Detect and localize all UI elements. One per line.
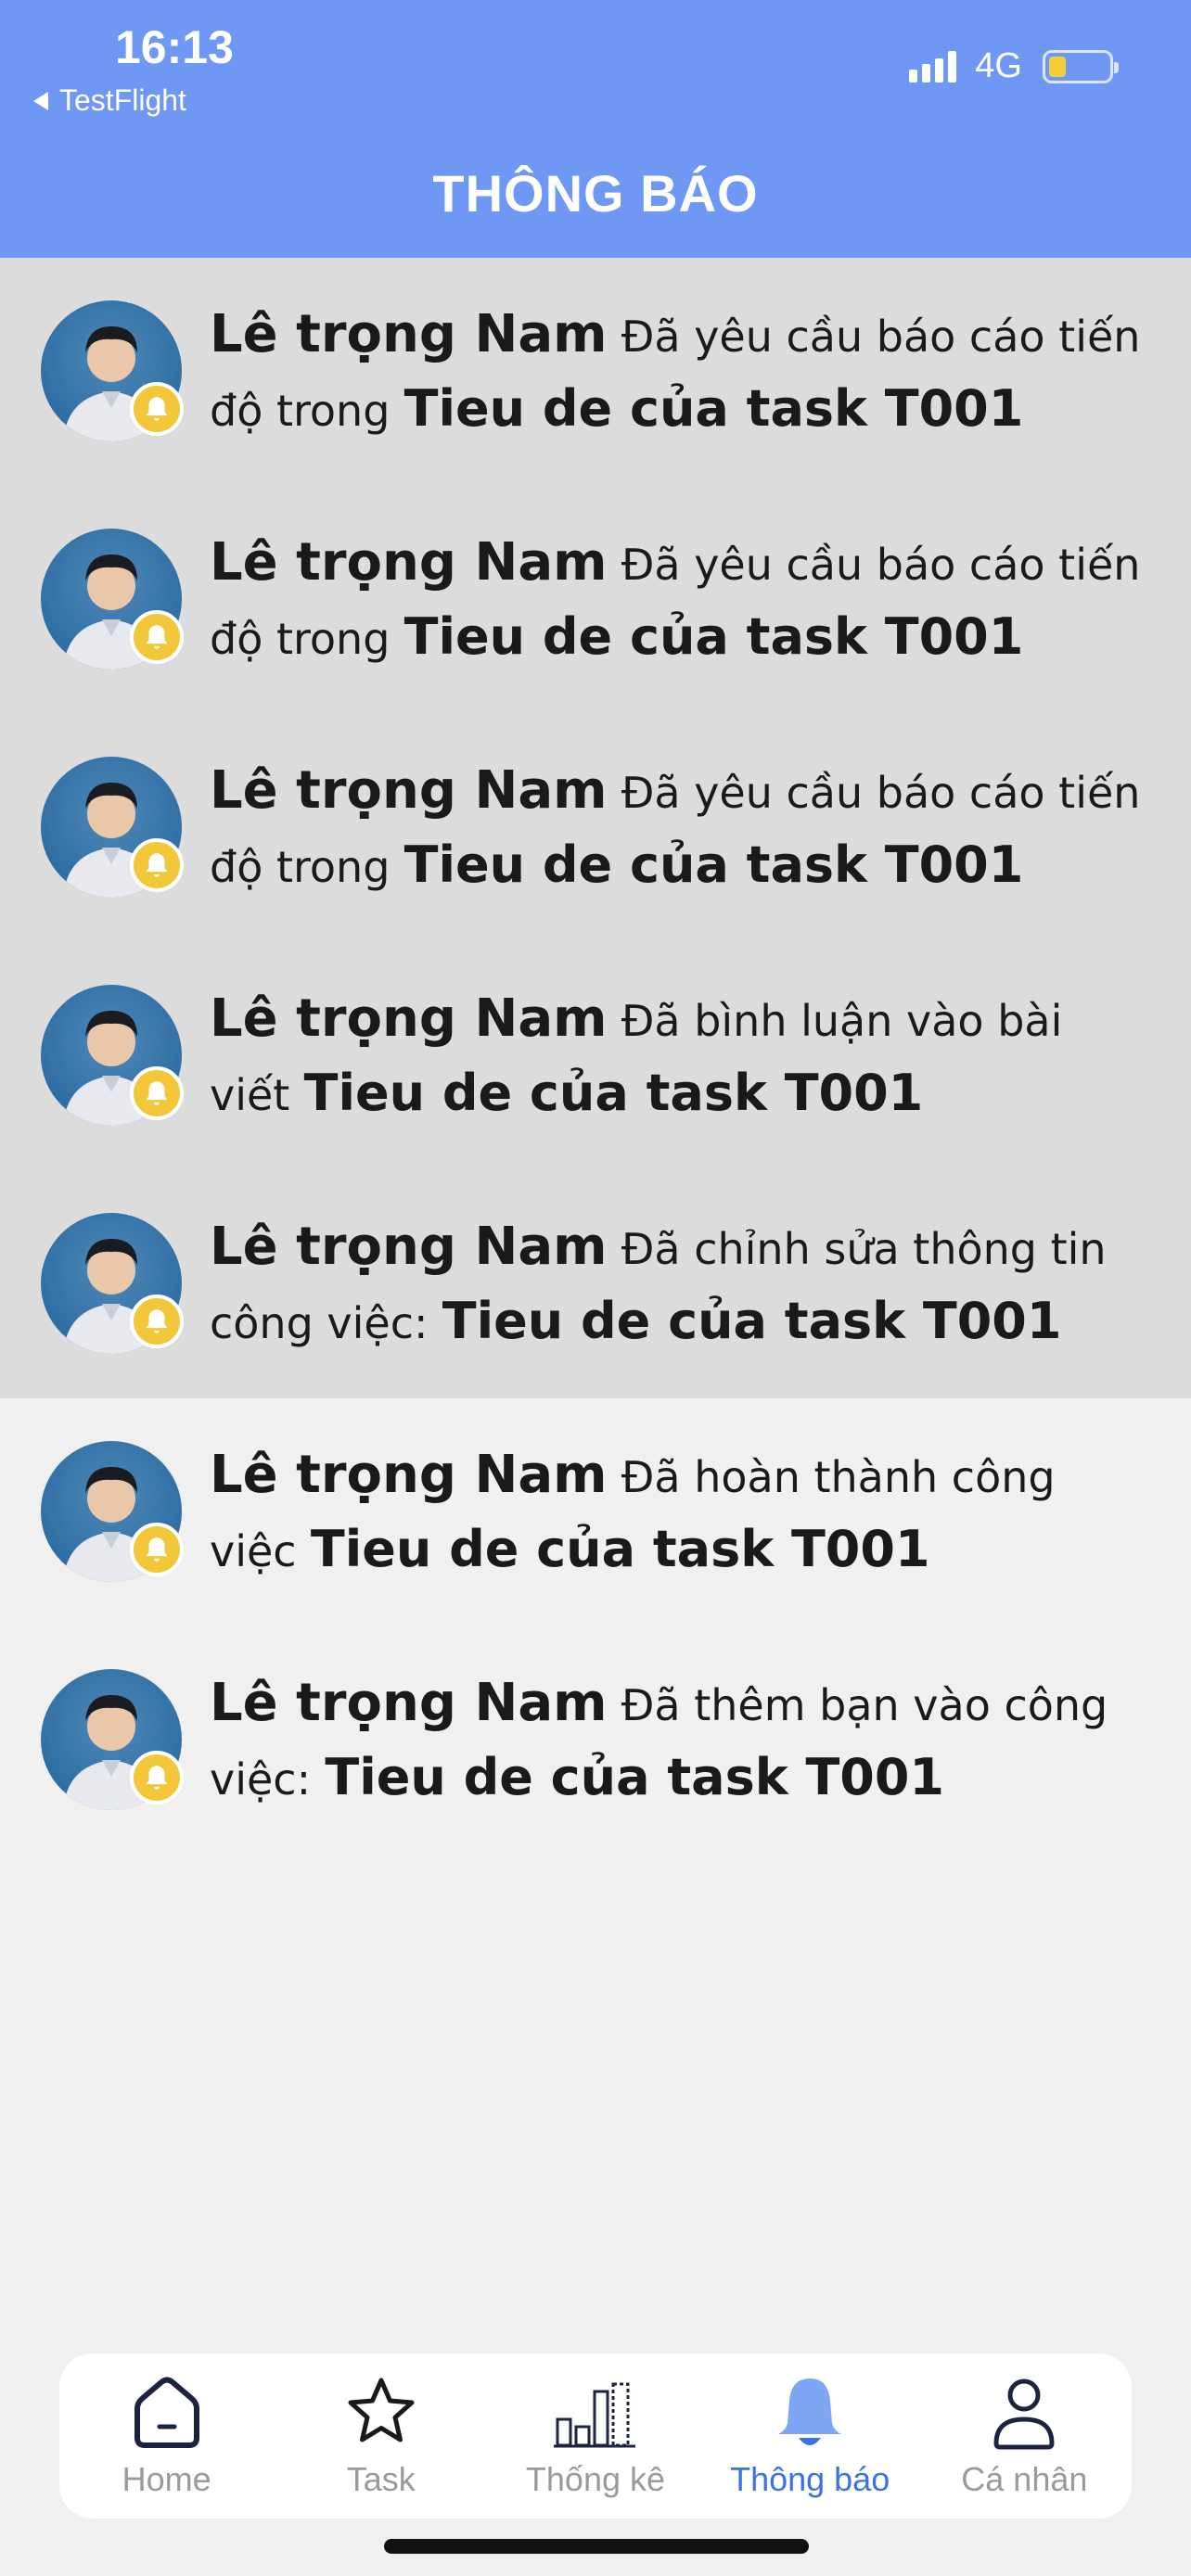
notification-list: Lê trọng Nam Đã yêu cầu báo cáo tiến độ … bbox=[0, 258, 1191, 1855]
back-arrow-icon bbox=[33, 91, 48, 110]
avatar bbox=[41, 529, 184, 670]
bell-badge-icon bbox=[130, 838, 184, 892]
tab-task-label: Task bbox=[346, 2460, 416, 2498]
status-indicators: 4G bbox=[909, 46, 1119, 86]
home-icon bbox=[134, 2377, 199, 2448]
notification-user-name: Lê trọng Nam bbox=[210, 988, 608, 1049]
notification-text: Lê trọng Nam Đã bình luận vào bài viết T… bbox=[210, 983, 1146, 1131]
avatar bbox=[41, 1213, 184, 1354]
network-type: 4G bbox=[975, 46, 1022, 85]
tab-task[interactable]: Task bbox=[279, 2353, 483, 2519]
tab-notifications-label: Thông báo bbox=[730, 2460, 890, 2498]
notification-task-link[interactable]: Tieu de của task T001 bbox=[404, 607, 1024, 666]
notification-user-name: Lê trọng Nam bbox=[210, 1217, 608, 1277]
notification-text: Lê trọng Nam Đã chỉnh sửa thông tin công… bbox=[210, 1211, 1146, 1359]
notification-item[interactable]: Lê trọng Nam Đã hoàn thành công việc Tie… bbox=[0, 1398, 1191, 1626]
avatar bbox=[41, 300, 184, 441]
user-icon bbox=[993, 2378, 1055, 2450]
avatar bbox=[41, 1441, 184, 1582]
tab-statistics[interactable]: Thống kê bbox=[493, 2353, 698, 2519]
tab-profile[interactable]: Cá nhân bbox=[922, 2353, 1126, 2519]
bell-badge-icon bbox=[130, 1066, 184, 1120]
bell-badge-icon bbox=[130, 382, 184, 436]
notification-item[interactable]: Lê trọng Nam Đã chỉnh sửa thông tin công… bbox=[0, 1170, 1191, 1398]
notification-user-name: Lê trọng Nam bbox=[210, 1673, 608, 1733]
chart-icon bbox=[553, 2382, 635, 2448]
tab-home-label: Home bbox=[122, 2460, 211, 2498]
tab-home[interactable]: Home bbox=[65, 2353, 269, 2519]
bell-badge-icon bbox=[130, 610, 184, 664]
notification-user-name: Lê trọng Nam bbox=[210, 532, 608, 593]
notification-task-link[interactable]: Tieu de của task T001 bbox=[442, 1292, 1062, 1350]
notification-item[interactable]: Lê trọng Nam Đã thêm bạn vào công việc: … bbox=[0, 1626, 1191, 1855]
notification-item[interactable]: Lê trọng Nam Đã yêu cầu báo cáo tiến độ … bbox=[0, 258, 1191, 486]
notification-text: Lê trọng Nam Đã yêu cầu báo cáo tiến độ … bbox=[210, 755, 1146, 903]
notification-text: Lê trọng Nam Đã hoàn thành công việc Tie… bbox=[210, 1439, 1146, 1588]
notification-item[interactable]: Lê trọng Nam Đã bình luận vào bài viết T… bbox=[0, 942, 1191, 1170]
notification-user-name: Lê trọng Nam bbox=[210, 760, 608, 821]
bell-icon bbox=[778, 2378, 842, 2445]
notification-text: Lê trọng Nam Đã yêu cầu báo cáo tiến độ … bbox=[210, 527, 1146, 675]
notification-user-name: Lê trọng Nam bbox=[210, 304, 608, 364]
notification-user-name: Lê trọng Nam bbox=[210, 1445, 608, 1505]
notification-task-link[interactable]: Tieu de của task T001 bbox=[311, 1520, 930, 1578]
status-time: 16:13 bbox=[115, 21, 234, 73]
tab-notifications[interactable]: Thông báo bbox=[708, 2353, 912, 2519]
notification-task-link[interactable]: Tieu de của task T001 bbox=[304, 1064, 924, 1122]
notification-item[interactable]: Lê trọng Nam Đã yêu cầu báo cáo tiến độ … bbox=[0, 486, 1191, 714]
star-icon bbox=[348, 2378, 415, 2442]
bottom-tab-bar: Home Task Thống kê Thông báo Cá nhân bbox=[59, 2353, 1132, 2519]
bell-badge-icon bbox=[130, 1751, 184, 1804]
back-to-testflight-link[interactable]: TestFlight bbox=[33, 83, 186, 118]
signal-icon bbox=[909, 50, 957, 83]
tab-profile-label: Cá nhân bbox=[961, 2460, 1088, 2498]
avatar bbox=[41, 1669, 184, 1810]
bell-badge-icon bbox=[130, 1523, 184, 1576]
notification-task-link[interactable]: Tieu de của task T001 bbox=[325, 1748, 944, 1806]
app-header: 16:13 TestFlight 4G THÔNG BÁO bbox=[0, 0, 1191, 258]
page-title: THÔNG BÁO bbox=[432, 164, 759, 223]
notification-text: Lê trọng Nam Đã yêu cầu báo cáo tiến độ … bbox=[210, 299, 1146, 447]
avatar bbox=[41, 985, 184, 1126]
battery-icon bbox=[1043, 49, 1119, 83]
notification-task-link[interactable]: Tieu de của task T001 bbox=[404, 835, 1024, 894]
back-app-label: TestFlight bbox=[59, 83, 186, 117]
tab-statistics-label: Thống kê bbox=[525, 2460, 666, 2498]
notification-task-link[interactable]: Tieu de của task T001 bbox=[404, 379, 1024, 438]
home-indicator[interactable] bbox=[384, 2539, 809, 2554]
avatar bbox=[41, 757, 184, 898]
notification-text: Lê trọng Nam Đã thêm bạn vào công việc: … bbox=[210, 1667, 1146, 1816]
bell-badge-icon bbox=[130, 1294, 184, 1348]
notification-item[interactable]: Lê trọng Nam Đã yêu cầu báo cáo tiến độ … bbox=[0, 714, 1191, 942]
